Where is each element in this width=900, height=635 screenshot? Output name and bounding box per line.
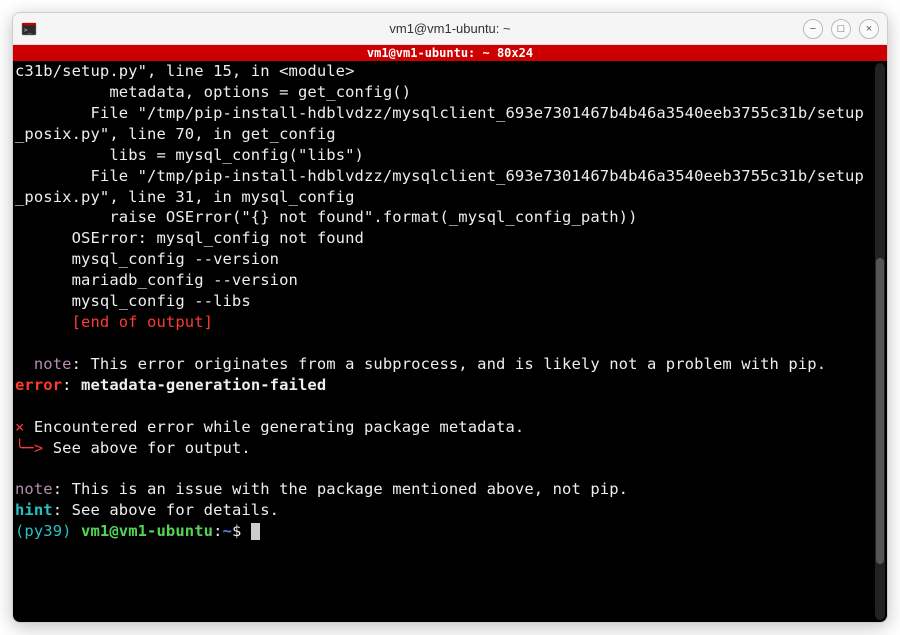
close-button[interactable]: × — [859, 19, 879, 39]
error-name: metadata-generation-failed — [81, 376, 326, 394]
note-text: : This error originates from a subproces… — [72, 355, 827, 373]
tab-label: vm1@vm1-ubuntu: ~ 80x24 — [367, 46, 533, 60]
trace-line: mariadb_config --version — [15, 271, 298, 289]
prompt-userhost: vm1@vm1-ubuntu — [81, 522, 213, 540]
svg-text:>_: >_ — [24, 27, 32, 34]
window-title: vm1@vm1-ubuntu: ~ — [13, 21, 887, 36]
see-above: See above for output. — [43, 439, 251, 457]
trace-line: mysql_config --libs — [15, 292, 251, 310]
prompt-dollar: $ — [232, 522, 251, 540]
scrollbar-thumb[interactable] — [876, 258, 884, 564]
trace-line: metadata, options = get_config() — [15, 83, 411, 101]
trace-line: mysql_config --version — [15, 250, 279, 268]
hint-text: : See above for details. — [53, 501, 279, 519]
trace-line: File "/tmp/pip-install-hdblvdzz/mysqlcli… — [15, 167, 864, 206]
titlebar[interactable]: >_ vm1@vm1-ubuntu: ~ − □ × — [13, 13, 887, 45]
minimize-button[interactable]: − — [803, 19, 823, 39]
arrow-icon: ╰─> — [15, 439, 43, 457]
scrollbar[interactable] — [875, 63, 885, 620]
prompt-path: ~ — [223, 522, 232, 540]
prompt-venv: (py39) — [15, 522, 81, 540]
trace-line: raise OSError("{} not found".format(_mys… — [15, 208, 638, 226]
hint-label: hint — [15, 501, 53, 519]
maximize-icon: □ — [838, 23, 845, 35]
terminal-tab-bar: vm1@vm1-ubuntu: ~ 80x24 — [13, 45, 887, 61]
error-label: error — [15, 376, 62, 394]
trace-line-indent — [15, 313, 72, 331]
error-colon: : — [62, 376, 81, 394]
terminal-viewport[interactable]: c31b/setup.py", line 15, in <module> met… — [13, 61, 887, 622]
window-controls: − □ × — [803, 19, 887, 39]
prompt-colon: : — [213, 522, 222, 540]
terminal-window: >_ vm1@vm1-ubuntu: ~ − □ × vm1@vm1-ubunt… — [12, 12, 888, 623]
error-encountered: Encountered error while generating packa… — [24, 418, 524, 436]
trace-line: File "/tmp/pip-install-hdblvdzz/mysqlcli… — [15, 104, 864, 143]
trace-line: libs = mysql_config("libs") — [15, 146, 364, 164]
trace-line: OSError: mysql_config not found — [15, 229, 364, 247]
note-label: note — [15, 355, 72, 373]
close-icon: × — [866, 23, 872, 35]
app-icon: >_ — [21, 21, 37, 37]
note-text: : This is an issue with the package ment… — [53, 480, 628, 498]
terminal-output[interactable]: c31b/setup.py", line 15, in <module> met… — [13, 61, 887, 542]
note-label: note — [15, 480, 53, 498]
maximize-button[interactable]: □ — [831, 19, 851, 39]
trace-line: c31b/setup.py", line 15, in <module> — [15, 62, 355, 80]
minimize-icon: − — [810, 23, 816, 35]
end-of-output: [end of output] — [72, 313, 213, 331]
cursor — [251, 523, 260, 540]
